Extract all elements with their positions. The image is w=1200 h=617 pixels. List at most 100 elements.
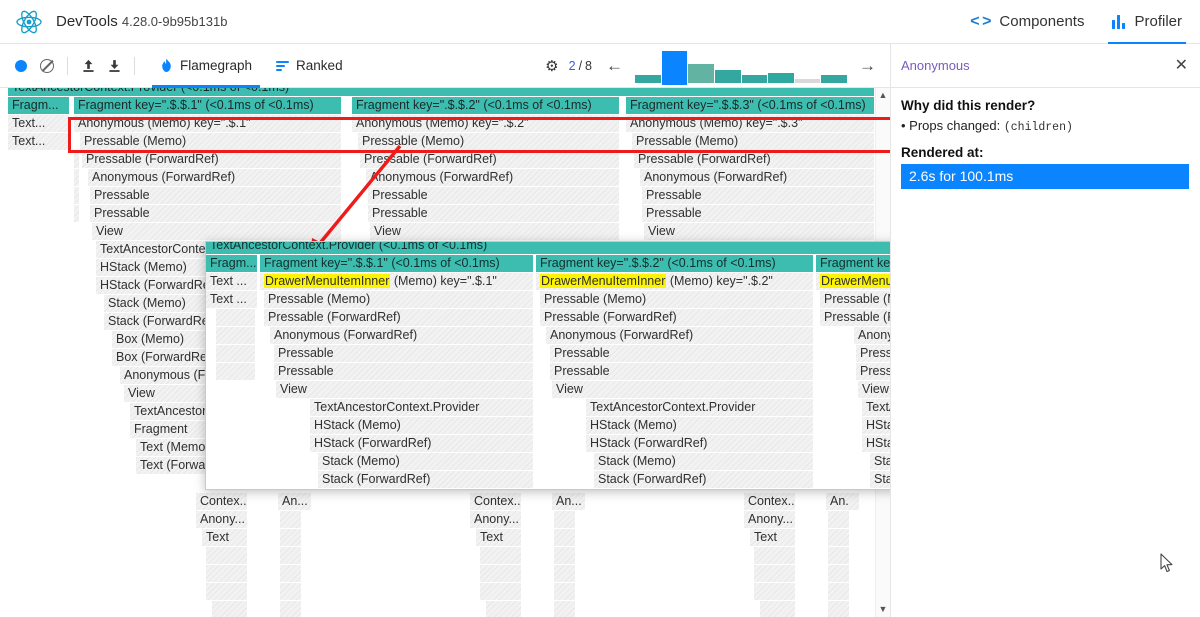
flamegraph-cell[interactable]: Anonymous (ForwardRef): [546, 327, 814, 344]
flamegraph-cell[interactable]: View: [92, 223, 342, 240]
flamegraph-cell[interactable]: Pressable: [274, 363, 534, 380]
flamegraph-cell[interactable]: Pressable: [90, 187, 342, 204]
flamegraph-cell[interactable]: View: [276, 381, 534, 398]
gear-icon[interactable]: ⚙: [545, 57, 558, 75]
snapshot-bar[interactable]: [741, 74, 768, 83]
flamegraph-cell[interactable]: [216, 363, 256, 380]
flamegraph-cell[interactable]: Anonymous (Memo) key=".$.1": [74, 115, 342, 132]
flamegraph-cell[interactable]: [216, 309, 256, 326]
next-snapshot-button[interactable]: →: [853, 56, 882, 76]
flamegraph-cell[interactable]: Fragm...: [206, 255, 258, 272]
flamegraph-cell[interactable]: Pressable: [642, 187, 875, 204]
save-profile-button[interactable]: [101, 53, 127, 79]
flamegraph-cell[interactable]: An...: [278, 493, 312, 510]
flamegraph-cell[interactable]: [206, 547, 248, 564]
flamegraph-cell[interactable]: [828, 601, 850, 617]
flamegraph-cell[interactable]: Anonymous (ForwardRef): [270, 327, 534, 344]
flamegraph-cell[interactable]: [212, 601, 248, 617]
flamegraph-cell[interactable]: Pressable (Memo): [358, 133, 620, 150]
tab-flamegraph[interactable]: Flamegraph: [148, 44, 264, 88]
flamegraph-cell[interactable]: [554, 583, 576, 600]
snapshot-bar[interactable]: [688, 63, 714, 83]
flamegraph-cell[interactable]: Pressable: [274, 345, 534, 362]
flamegraph-cell[interactable]: [754, 565, 796, 582]
flamegraph-cell[interactable]: [216, 345, 256, 362]
flamegraph-cell[interactable]: Text...: [8, 115, 70, 132]
snapshot-bar[interactable]: [661, 50, 688, 83]
prev-snapshot-button[interactable]: ←: [600, 56, 629, 76]
flamegraph-cell[interactable]: Pressable: [642, 205, 875, 222]
flamegraph-cell[interactable]: Text: [202, 529, 248, 546]
flamegraph-cell[interactable]: [828, 547, 850, 564]
flamegraph-cell[interactable]: Anonymous (Memo) key=".$.3": [626, 115, 875, 132]
flamegraph-cell[interactable]: Stack (ForwardRef): [594, 471, 814, 488]
flamegraph-cell[interactable]: Pressable (ForwardRef): [264, 309, 534, 326]
flamegraph-cell[interactable]: Fragment key=".$.$.1" (<0.1ms of <0.1ms): [260, 255, 534, 272]
flamegraph-cell[interactable]: Pressable (ForwardRef): [540, 309, 814, 326]
flamegraph-cell[interactable]: View: [370, 223, 620, 240]
flamegraph-cell[interactable]: Stack (Memo): [594, 453, 814, 470]
flamegraph-cell[interactable]: [554, 547, 576, 564]
flamegraph-cell[interactable]: Pressable: [368, 205, 620, 222]
flamegraph-cell[interactable]: HStack (ForwardRef): [310, 435, 534, 452]
tab-profiler[interactable]: Profiler: [1108, 0, 1186, 44]
scroll-down-arrow-icon[interactable]: ▼: [879, 602, 888, 617]
flamegraph-cell[interactable]: Pressable: [368, 187, 620, 204]
flamegraph-cell[interactable]: Text...: [8, 133, 70, 150]
rendered-at-entry[interactable]: 2.6s for 100.1ms: [901, 164, 1189, 189]
snapshot-bar[interactable]: [714, 69, 741, 83]
flamegraph-cell[interactable]: Pressable: [550, 345, 814, 362]
record-button[interactable]: [8, 53, 34, 79]
flamegraph-cell[interactable]: Text ...: [206, 273, 258, 290]
flamegraph-cell[interactable]: [828, 511, 850, 528]
flamegraph-cell[interactable]: An...: [552, 493, 586, 510]
flamegraph-cell[interactable]: [554, 511, 576, 528]
snapshot-bar[interactable]: [794, 78, 821, 83]
flamegraph-cell[interactable]: [280, 565, 302, 582]
flamegraph-cell[interactable]: [828, 565, 850, 582]
flamegraph-cell[interactable]: HStack (Memo): [310, 417, 534, 434]
flamegraph-cell[interactable]: HStack (ForwardRef): [586, 435, 814, 452]
flamegraph-cell[interactable]: [74, 169, 80, 186]
flamegraph-cell[interactable]: [828, 529, 850, 546]
flamegraph-cell[interactable]: Stack (ForwardRef): [318, 471, 534, 488]
flamegraph-cell[interactable]: Fragment key=".$.$.2" (<0.1ms of <0.1ms): [352, 97, 620, 114]
flamegraph-cell[interactable]: [480, 565, 522, 582]
flamegraph-cell[interactable]: Anonymous (ForwardRef): [88, 169, 342, 186]
flamegraph-cell[interactable]: [480, 583, 522, 600]
flamegraph-cell[interactable]: [280, 547, 302, 564]
flamegraph-cell[interactable]: TextAncestorContext.Provider: [310, 399, 534, 416]
flamegraph-cell[interactable]: Fragment key=".$.$.1" (<0.1ms of <0.1ms): [74, 97, 342, 114]
flamegraph-cell[interactable]: Pressable (Memo): [80, 133, 342, 150]
flamegraph-cell[interactable]: Stack (Memo): [318, 453, 534, 470]
flamegraph-cell[interactable]: [480, 547, 522, 564]
flamegraph-cell[interactable]: Pressable: [90, 205, 342, 222]
flamegraph-cell[interactable]: Contex...: [196, 493, 248, 510]
flamegraph-cell[interactable]: View: [644, 223, 875, 240]
flamegraph-cell[interactable]: Pressable (Memo): [264, 291, 534, 308]
flamegraph-cell[interactable]: Text ...: [206, 291, 258, 308]
flamegraph-cell[interactable]: [74, 187, 80, 204]
flamegraph-cell[interactable]: DrawerMenuItemInner (Memo) key=".$.2": [536, 273, 814, 290]
snapshot-bar[interactable]: [635, 74, 661, 83]
tab-components[interactable]: < > Components: [970, 0, 1084, 44]
flamegraph-cell[interactable]: Pressable (Memo): [632, 133, 875, 150]
flamegraph-cell[interactable]: TextAncestorContext.Provider (<0.1ms of …: [8, 88, 875, 96]
clear-button[interactable]: [34, 53, 60, 79]
flamegraph-cell[interactable]: An.: [826, 493, 860, 510]
flamegraph-cell[interactable]: [828, 583, 850, 600]
flamegraph-cell[interactable]: Contex...: [744, 493, 796, 510]
flamegraph-cell[interactable]: Anony...: [744, 511, 796, 528]
flamegraph-cell[interactable]: [280, 529, 302, 546]
flamegraph-cell[interactable]: [74, 205, 80, 222]
flamegraph-cell[interactable]: Pressable (ForwardRef): [360, 151, 620, 168]
flamegraph-cell[interactable]: [754, 583, 796, 600]
flamegraph-cell[interactable]: Text: [750, 529, 796, 546]
flamegraph-cell[interactable]: HStack (Memo): [586, 417, 814, 434]
flamegraph-cell[interactable]: TextAncestorContext.Provider: [586, 399, 814, 416]
flamegraph-cell[interactable]: [280, 511, 302, 528]
flamegraph-cell[interactable]: [216, 327, 256, 344]
flamegraph-cell[interactable]: Pressable (Memo): [540, 291, 814, 308]
flamegraph-cell[interactable]: [280, 583, 302, 600]
flamegraph-cell[interactable]: [486, 601, 522, 617]
